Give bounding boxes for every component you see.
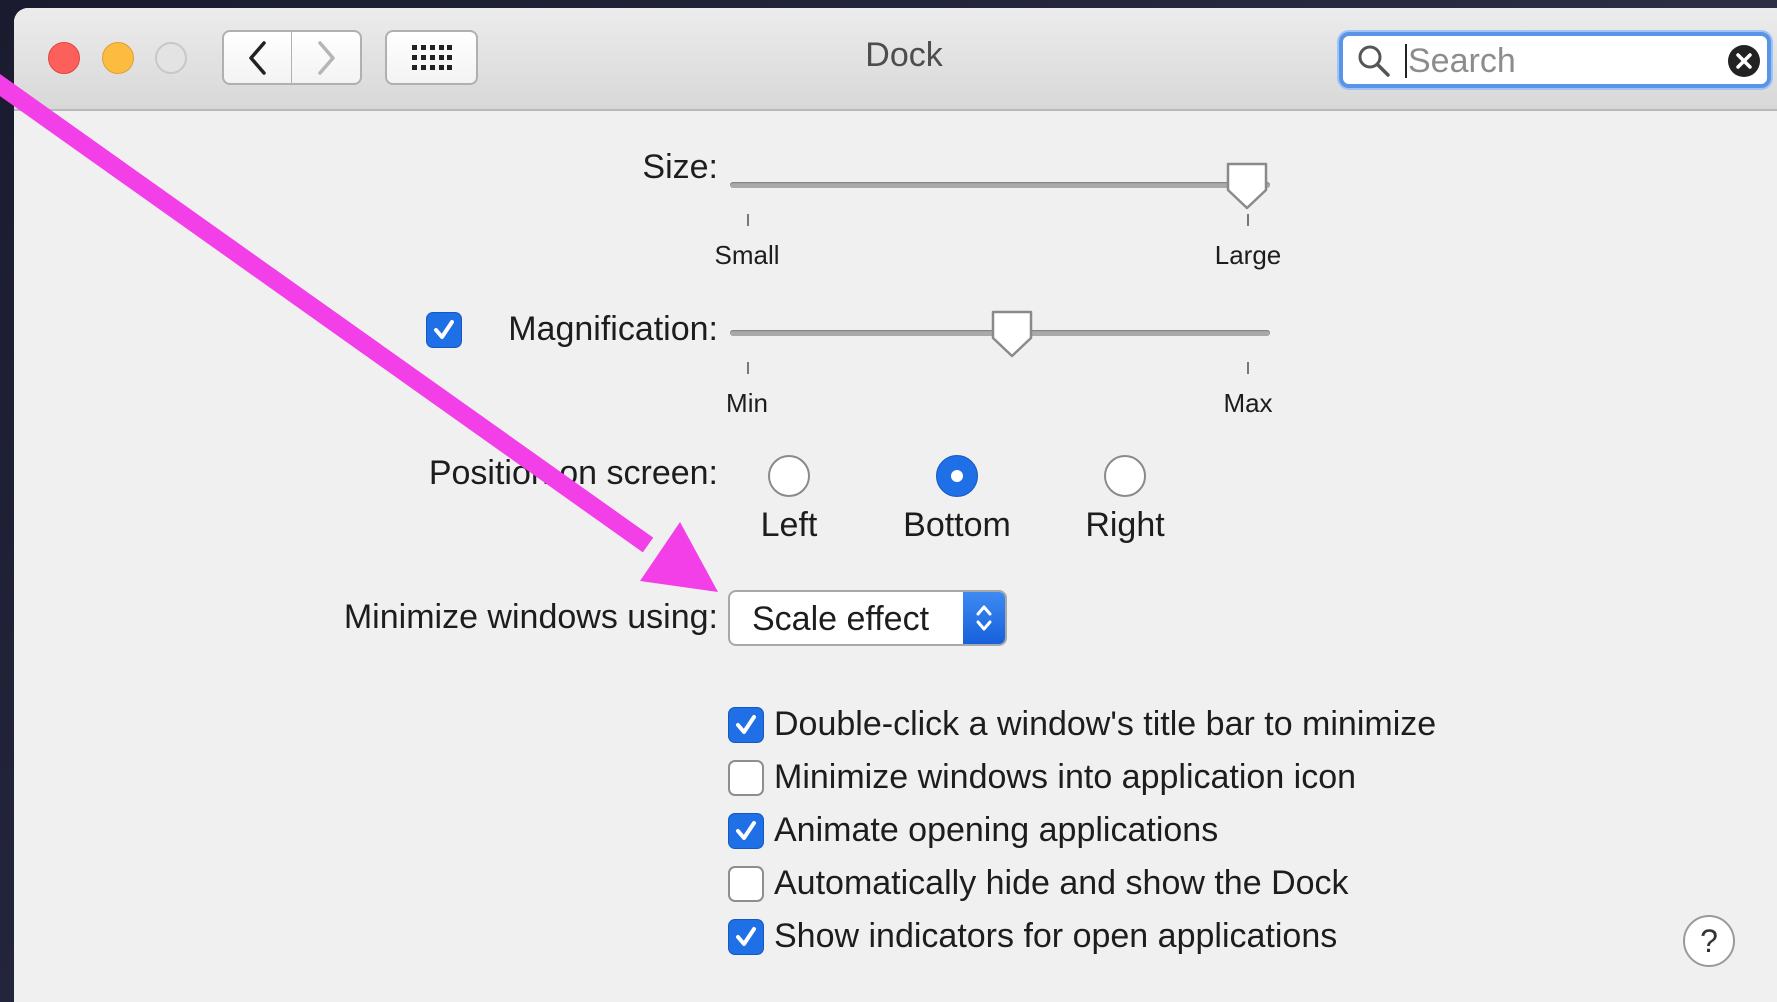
- annotation-arrow: [0, 74, 718, 592]
